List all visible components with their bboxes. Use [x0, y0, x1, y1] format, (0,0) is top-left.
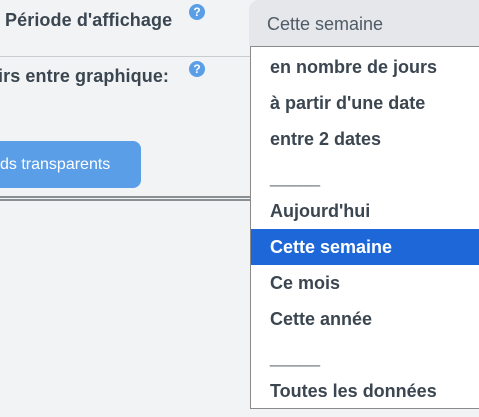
option-this-week[interactable]: Cette semaine — [251, 229, 479, 265]
period-dropdown-list: en nombre de jours à partir d'une date e… — [250, 46, 479, 409]
period-select[interactable]: Cette semaine — [249, 0, 479, 46]
section-divider — [0, 196, 252, 201]
period-select-value: Cette semaine — [267, 14, 384, 34]
option-number-of-days[interactable]: en nombre de jours — [251, 49, 479, 85]
option-all-data[interactable]: Toutes les données — [251, 373, 479, 409]
option-this-month[interactable]: Ce mois — [251, 265, 479, 301]
option-this-year[interactable]: Cette année — [251, 301, 479, 337]
option-separator: _____ — [270, 167, 321, 187]
colors-label-text: irs entre graphique: — [0, 66, 170, 86]
option-between-dates[interactable]: entre 2 dates — [251, 121, 479, 157]
question-circle-icon[interactable]: ? — [189, 4, 205, 20]
transparent-backgrounds-button[interactable]: ds transparents — [0, 141, 141, 188]
option-today[interactable]: Aujourd'hui — [251, 193, 479, 229]
period-label-text: Période d'affichage — [5, 10, 173, 30]
option-from-date[interactable]: à partir d'une date — [251, 85, 479, 121]
option-separator: _____ — [270, 347, 321, 367]
colors-label: irs entre graphique: — [0, 66, 169, 87]
question-circle-icon[interactable]: ? — [189, 61, 205, 77]
period-label: Période d'affichage — [5, 10, 172, 31]
row-divider — [0, 56, 250, 57]
